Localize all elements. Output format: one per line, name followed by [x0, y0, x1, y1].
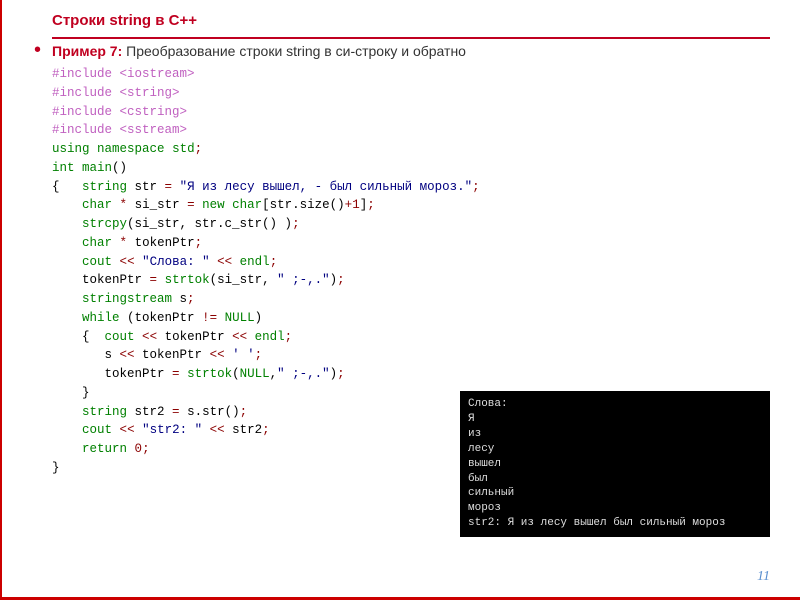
slide: Строки string в С++ • Пример 7: Преобраз…	[0, 0, 800, 600]
example-desc: Преобразование строки string в си-строку…	[122, 43, 466, 59]
bullet-icon: •	[34, 43, 41, 57]
example-label: Пример 7:	[52, 43, 122, 59]
page-number: 11	[757, 569, 770, 585]
slide-title: Строки string в С++	[52, 12, 770, 39]
example-subtitle: • Пример 7: Преобразование строки string…	[52, 43, 770, 59]
console-output: Слова: Я из лесу вышел был сильный мороз…	[460, 391, 770, 537]
